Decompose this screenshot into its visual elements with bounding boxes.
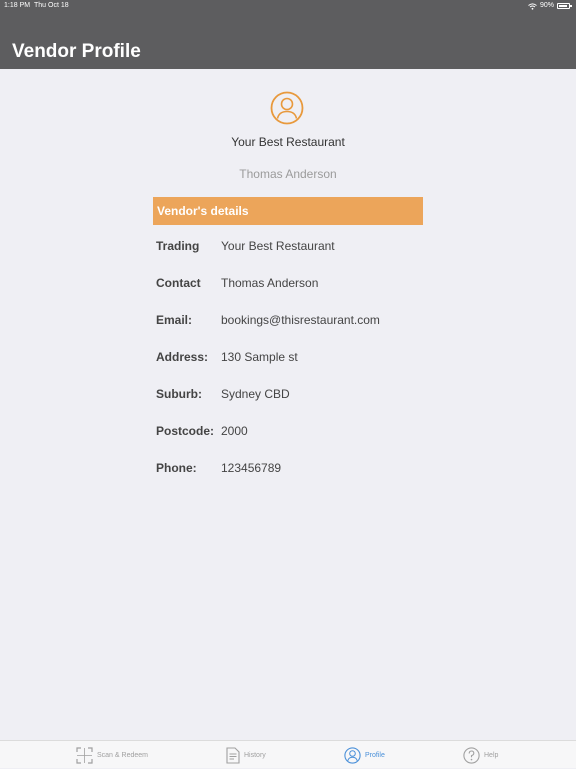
tab-profile[interactable]: Profile <box>344 741 385 769</box>
detail-label: Contact <box>156 276 201 290</box>
wifi-icon <box>528 2 537 10</box>
status-bar: 1:18 PM Thu Oct 18 90% <box>0 0 576 12</box>
vendor-details-header: Vendor's details <box>153 197 423 225</box>
status-date: Thu Oct 18 <box>34 2 69 9</box>
restaurant-name: Your Best Restaurant <box>231 135 345 149</box>
detail-value: Thomas Anderson <box>221 276 319 290</box>
status-right: 90% <box>528 0 572 12</box>
document-icon <box>226 746 240 764</box>
detail-value: Your Best Restaurant <box>221 239 335 253</box>
detail-row-contact: Contact Thomas Anderson <box>156 276 476 292</box>
avatar <box>270 91 304 125</box>
detail-value: 2000 <box>221 424 248 438</box>
tab-bar: Scan & Redeem History Profile Help <box>0 740 576 768</box>
detail-label: Trading <box>156 239 200 253</box>
tab-label: Scan & Redeem <box>97 751 148 759</box>
tab-help[interactable]: Help <box>463 741 498 769</box>
detail-row-address: Address: 130 Sample st <box>156 350 476 366</box>
battery-icon <box>557 3 572 9</box>
profile-icon <box>344 746 361 764</box>
tab-label: History <box>244 751 266 759</box>
detail-label: Address: <box>156 350 209 364</box>
detail-value: Sydney CBD <box>221 387 290 401</box>
detail-value: bookings@thisrestaurant.com <box>221 313 380 327</box>
page-title: Vendor Profile <box>12 41 141 62</box>
tab-history[interactable]: History <box>226 741 266 769</box>
detail-row-email: Email: bookings@thisrestaurant.com <box>156 313 476 329</box>
detail-label: Phone: <box>156 461 197 475</box>
detail-value: 130 Sample st <box>221 350 298 364</box>
help-icon <box>463 746 480 764</box>
status-time: 1:18 PM <box>4 2 31 9</box>
scan-icon <box>76 746 93 764</box>
tab-label: Help <box>484 751 499 759</box>
detail-row-phone: Phone: 123456789 <box>156 461 476 477</box>
detail-value: 123456789 <box>221 461 282 475</box>
navigation-bar: Vendor Profile <box>0 12 576 69</box>
detail-row-trading: Trading Your Best Restaurant <box>156 239 476 255</box>
tab-scan-redeem[interactable]: Scan & Redeem <box>76 741 148 769</box>
user-circle-icon <box>270 91 304 125</box>
owner-name: Thomas Anderson <box>239 167 337 181</box>
detail-row-suburb: Suburb: Sydney CBD <box>156 387 476 403</box>
detail-label: Email: <box>156 313 193 327</box>
detail-label: Suburb: <box>156 387 202 401</box>
detail-label: Postcode: <box>156 424 215 438</box>
tab-label: Profile <box>365 751 385 759</box>
battery-percent: 90% <box>539 2 554 9</box>
detail-row-postcode: Postcode: 2000 <box>156 424 476 440</box>
